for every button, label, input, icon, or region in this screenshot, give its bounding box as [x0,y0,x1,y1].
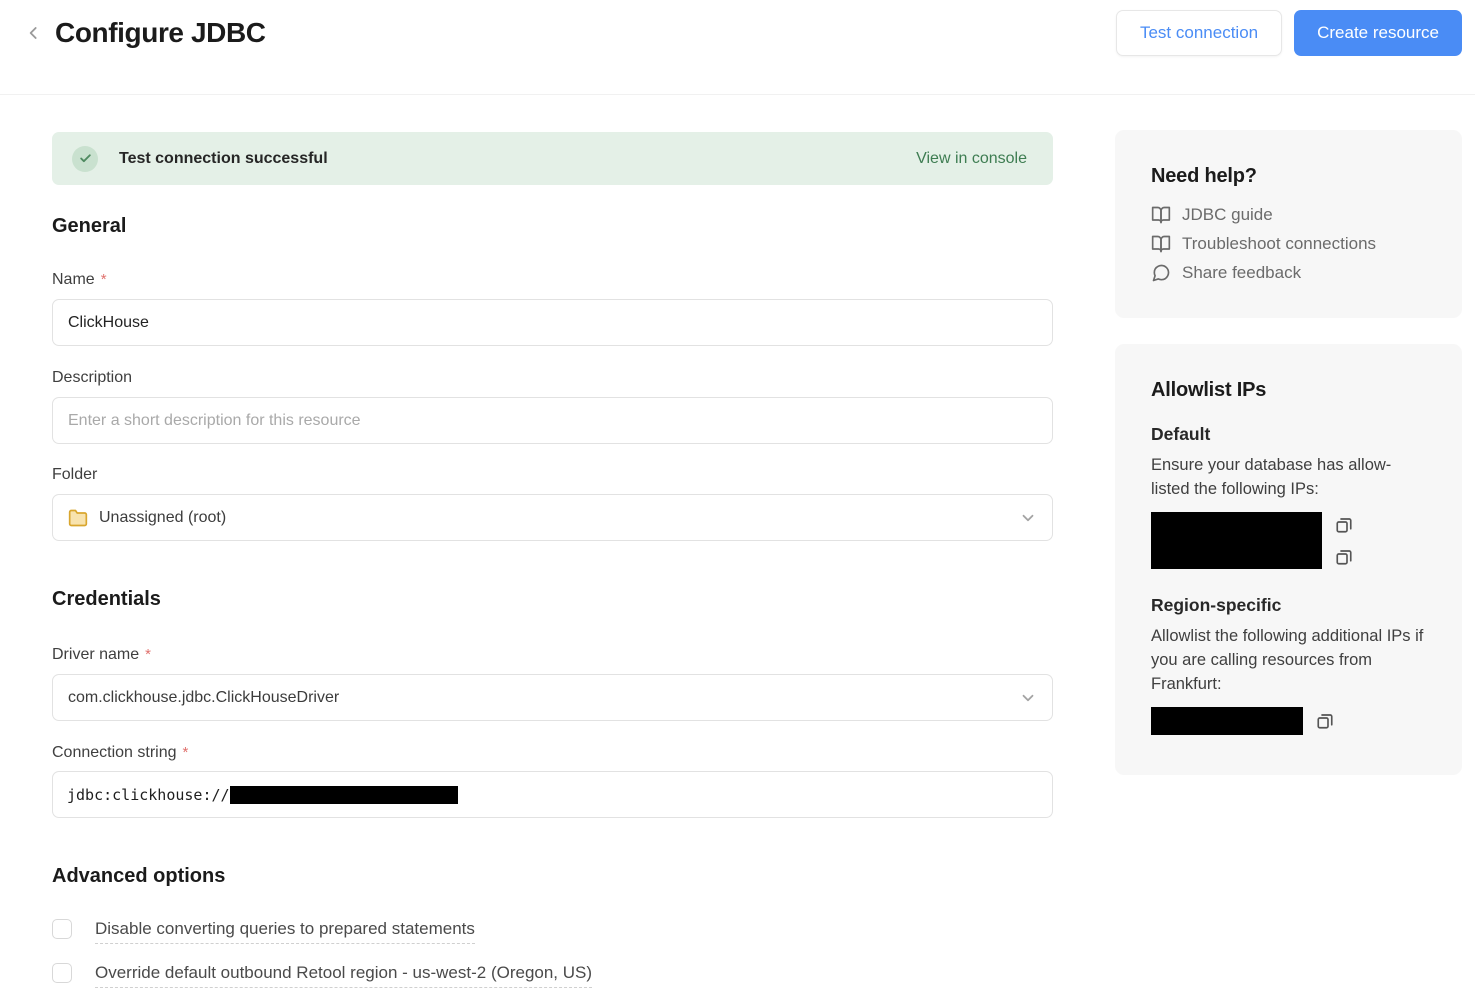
outbound-region-label[interactable]: Override default outbound Retool region … [95,962,592,988]
folder-select[interactable]: Unassigned (root) [52,494,1053,541]
chevron-down-icon [1019,509,1037,527]
chevron-down-icon [1019,689,1037,707]
page-title: Configure JDBC [55,17,266,49]
region-description: Allowlist the following additional IPs i… [1151,624,1426,696]
need-help-title: Need help? [1151,165,1426,188]
allowlist-ips-title: Allowlist IPs [1151,379,1426,402]
success-banner: Test connection successful View in conso… [52,132,1053,185]
driver-name-select[interactable]: com.clickhouse.jdbc.ClickHouseDriver [52,674,1053,721]
required-asterisk: * [145,646,151,663]
connection-string-label: Connection string * [52,744,1053,762]
jdbc-guide-link[interactable]: JDBC guide [1151,205,1426,225]
chat-icon [1151,263,1171,283]
required-asterisk: * [101,271,107,288]
view-in-console-link[interactable]: View in console [916,150,1027,168]
allowlist-ips-panel: Allowlist IPs Default Ensure your databa… [1115,344,1462,775]
copy-icon [1316,712,1334,730]
copy-ip-button[interactable] [1335,516,1353,534]
jdbc-guide-label: JDBC guide [1182,205,1273,225]
description-label: Description [52,369,1053,387]
prepared-statements-label[interactable]: Disable converting queries to prepared s… [95,918,475,944]
folder-value: Unassigned (root) [99,509,226,527]
default-ip-block [1151,512,1426,569]
credentials-heading: Credentials [52,588,1053,611]
copy-ip-button[interactable] [1316,707,1334,730]
test-connection-button[interactable]: Test connection [1116,10,1282,56]
description-input[interactable] [52,397,1053,444]
required-asterisk: * [183,744,189,761]
troubleshoot-connections-link[interactable]: Troubleshoot connections [1151,234,1426,254]
book-icon [1151,234,1171,254]
driver-name-label: Driver name * [52,646,1053,664]
folder-label: Folder [52,466,1053,484]
banner-message: Test connection successful [119,150,916,168]
prepared-statements-checkbox[interactable] [52,919,72,939]
page-header: Configure JDBC Test connection Create re… [0,0,1475,95]
troubleshoot-connections-label: Troubleshoot connections [1182,234,1376,254]
name-label: Name * [52,271,1053,289]
redacted-connection-value [230,786,458,804]
connection-string-input[interactable]: jdbc:clickhouse:// [52,771,1053,818]
share-feedback-link[interactable]: Share feedback [1151,263,1426,283]
region-ip-block [1151,707,1426,735]
book-icon [1151,205,1171,225]
share-feedback-label: Share feedback [1182,263,1301,283]
copy-icon [1335,516,1353,534]
chevron-left-icon [24,23,44,43]
option-row-prepared-statements: Disable converting queries to prepared s… [52,918,1053,944]
folder-icon [68,508,88,528]
redacted-default-ips [1151,512,1322,569]
advanced-options-heading: Advanced options [52,865,1053,888]
general-heading: General [52,215,1053,238]
create-resource-button[interactable]: Create resource [1294,10,1462,56]
option-row-outbound-region: Override default outbound Retool region … [52,962,1053,988]
sidebar: Need help? JDBC guide Troubleshoot conne… [1115,95,1462,775]
need-help-panel: Need help? JDBC guide Troubleshoot conne… [1115,130,1462,318]
driver-name-value: com.clickhouse.jdbc.ClickHouseDriver [68,689,339,707]
region-specific-subheading: Region-specific [1151,595,1426,616]
outbound-region-checkbox[interactable] [52,963,72,983]
name-input[interactable] [52,299,1053,346]
main-content: Test connection successful View in conso… [52,95,1053,988]
default-subheading: Default [1151,424,1426,445]
copy-icon [1335,548,1353,566]
back-button[interactable] [20,19,48,47]
redacted-region-ip [1151,707,1303,735]
copy-ip-button[interactable] [1335,548,1353,566]
check-circle-icon [72,146,98,172]
connection-string-prefix: jdbc:clickhouse:// [67,786,230,804]
default-description: Ensure your database has allow-listed th… [1151,453,1426,501]
